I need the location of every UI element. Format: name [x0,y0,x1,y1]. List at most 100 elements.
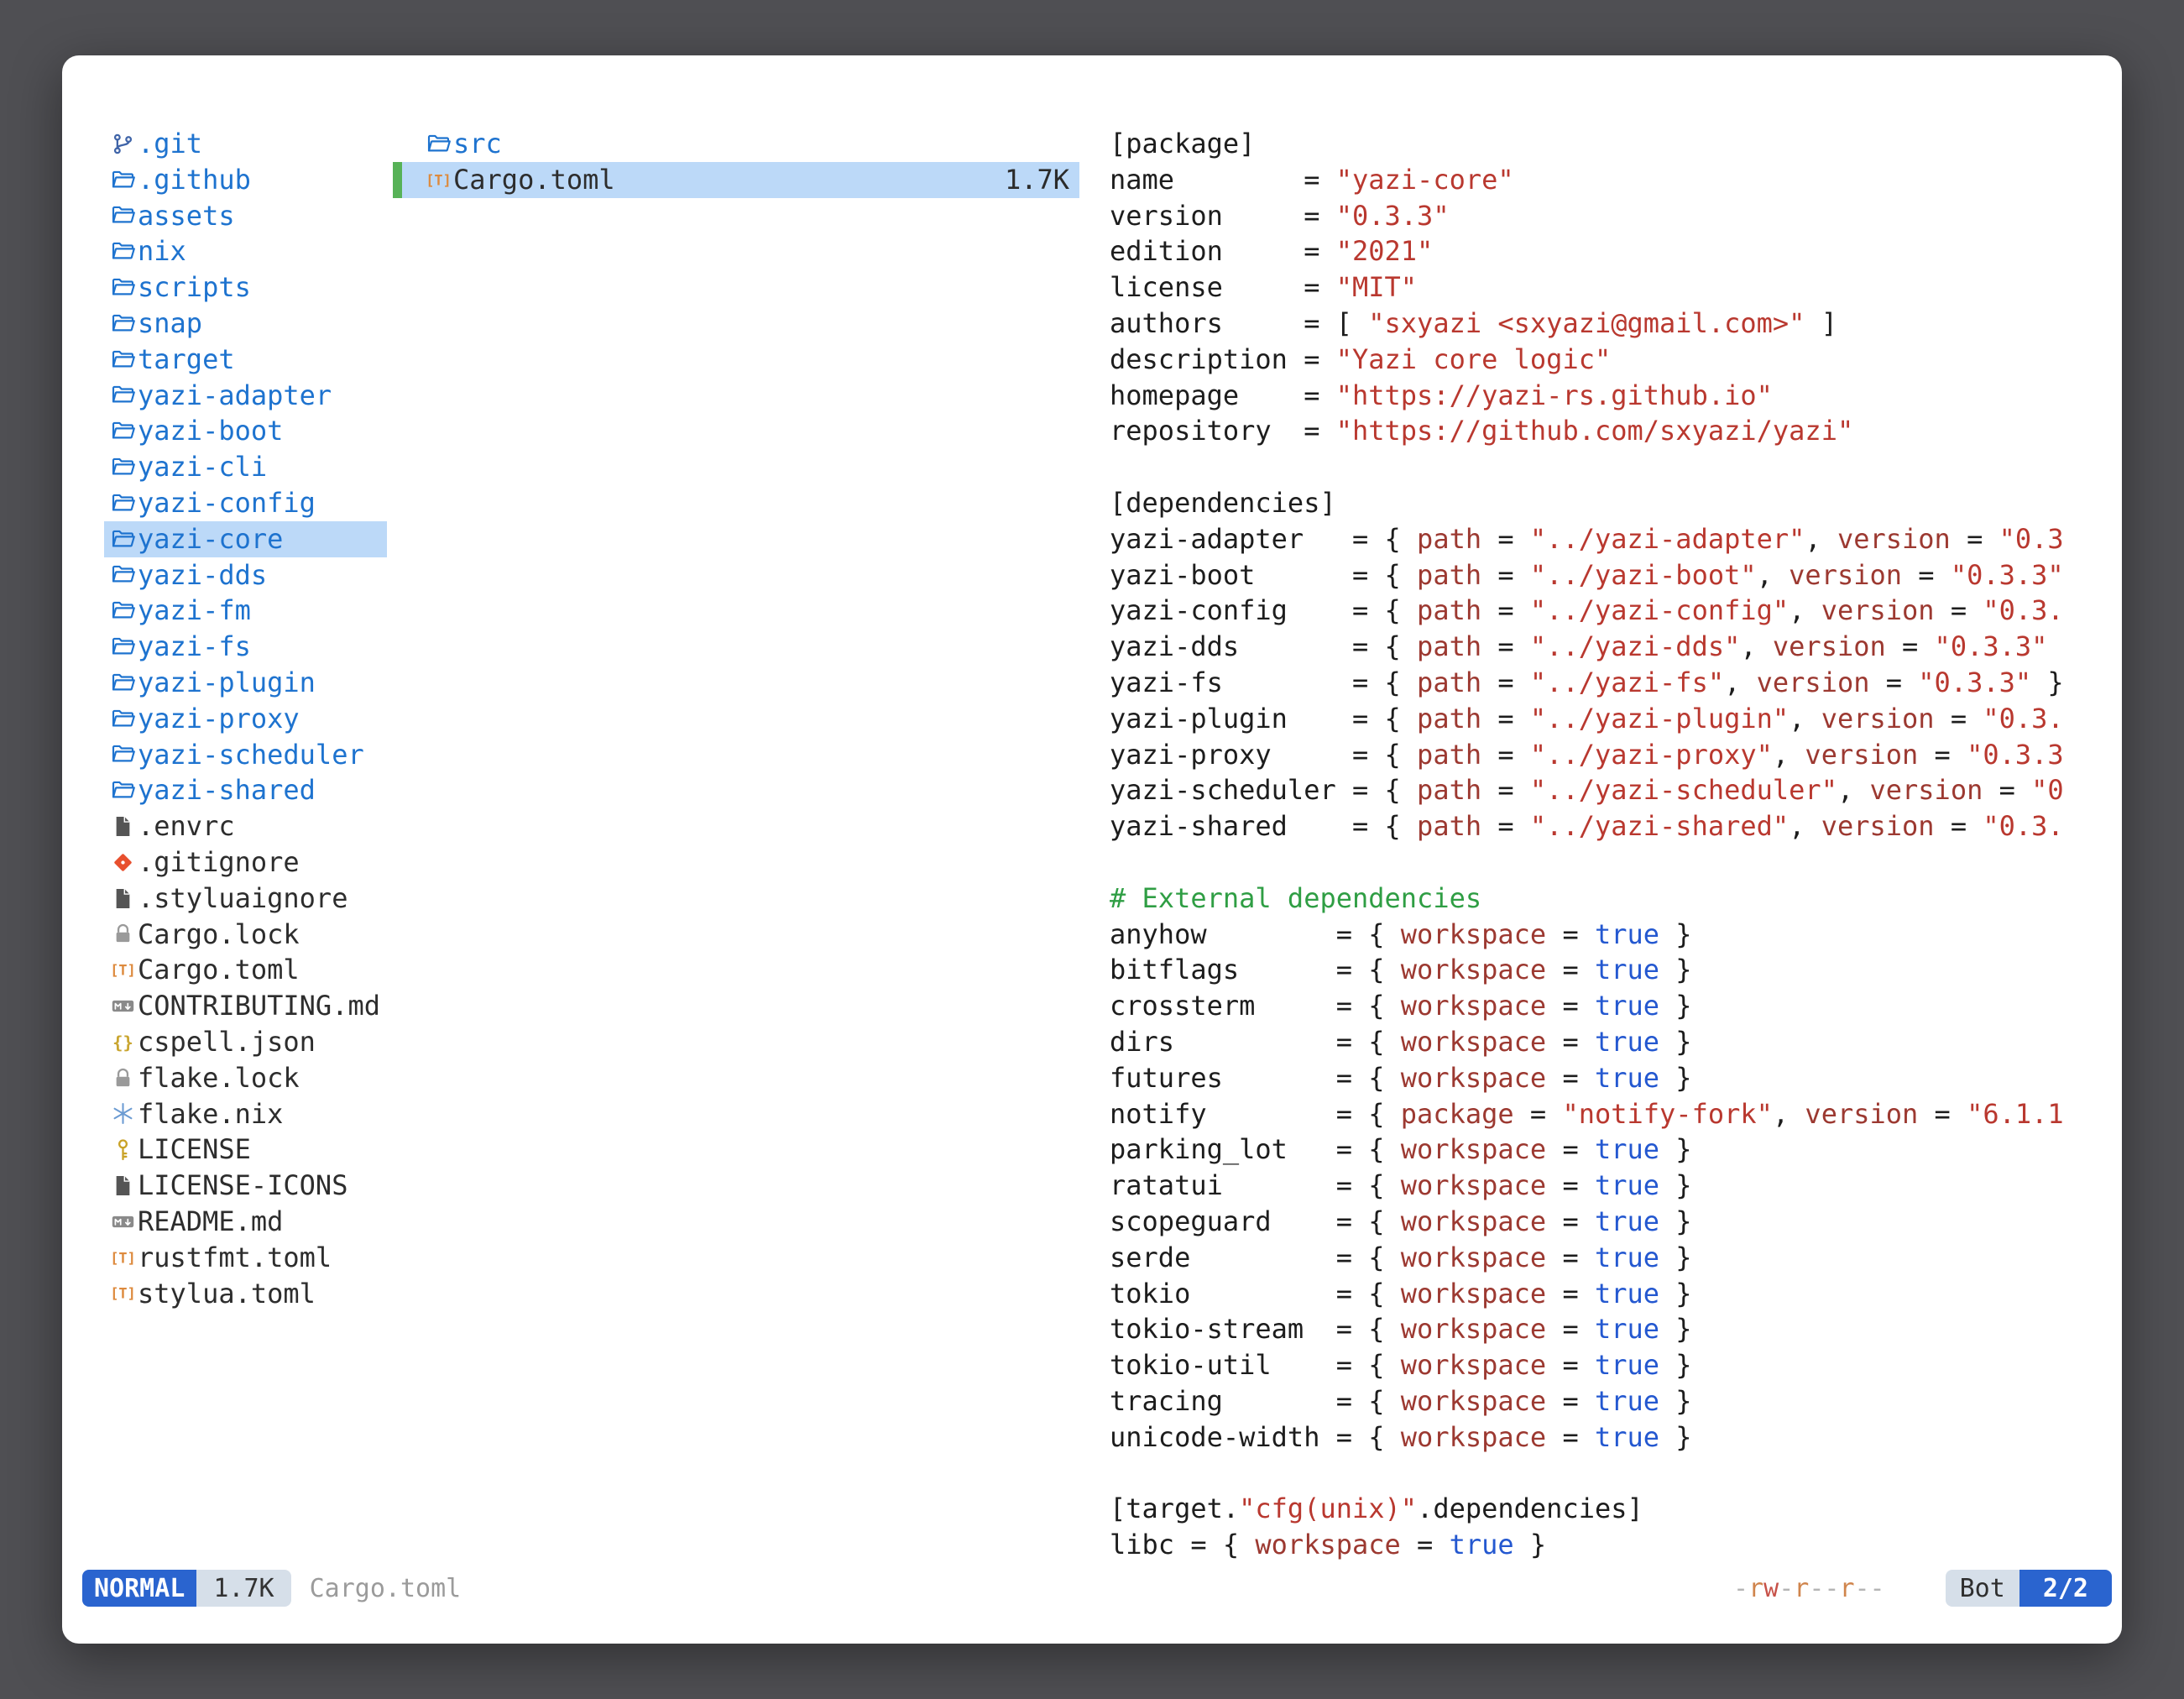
folder-open-icon [107,348,138,372]
file-row[interactable]: yazi-config [104,485,387,521]
file-row[interactable]: scripts [104,269,387,306]
file-row[interactable]: yazi-fs [104,629,387,665]
file-name: cspell.json [138,1024,316,1060]
preview-line: futures = { workspace = true } [1110,1060,2122,1096]
file-size-badge: 1.7K [196,1570,290,1607]
preview-line: # External dependencies [1110,881,2122,917]
desktop-background: .git.githubassetsnixscriptssnaptargetyaz… [0,0,2184,1699]
preview-line: yazi-config = { path = "../yazi-config",… [1110,593,2122,629]
svg-text:{}: {} [112,1032,133,1053]
toml-icon: [T] [423,168,453,192]
toml-icon: [T] [107,1281,138,1305]
folder-open-icon [107,239,138,264]
selection-marker [393,162,402,198]
file-name: yazi-shared [138,772,316,808]
preview-line: bitflags = { workspace = true } [1110,952,2122,988]
file-row[interactable]: nix [104,233,387,269]
file-row[interactable]: snap [104,306,387,342]
file-name: .git [138,126,202,162]
preview-line: notify = { package = "notify-fork", vers… [1110,1096,2122,1132]
status-bar: NORMAL 1.7K Cargo.toml -rw-r--r-- Bot 2/… [82,1570,2112,1607]
cursor-counter-badge: 2/2 [2019,1570,2112,1607]
file-row[interactable]: yazi-plugin [104,665,387,701]
file-name: yazi-core [138,521,283,557]
file-name: yazi-dds [138,557,267,593]
file-name: yazi-fs [138,629,251,665]
file-row[interactable]: yazi-cli [104,449,387,485]
file-row[interactable]: .styluaignore [104,881,387,917]
scroll-position-badge: Bot [1946,1570,2019,1607]
file-row[interactable]: .gitignore [104,844,387,881]
file-row[interactable]: yazi-fm [104,593,387,629]
file-name: scripts [138,269,251,306]
file-name: yazi-fm [138,593,251,629]
file-row[interactable]: .github [104,162,387,198]
file-row[interactable]: Cargo.lock [104,917,387,953]
file-row[interactable]: yazi-shared [104,772,387,808]
file-row[interactable]: .git [104,126,387,162]
file-manager-window: .git.githubassetsnixscriptssnaptargetyaz… [62,55,2122,1644]
file-row[interactable]: LICENSE-ICONS [104,1168,387,1204]
lock-icon [107,1066,138,1090]
file-name: yazi-adapter [138,378,332,414]
preview-line [1110,844,2122,881]
file-name: yazi-cli [138,449,267,485]
file-row[interactable]: LICENSE [104,1132,387,1168]
folder-open-icon [107,671,138,695]
file-row[interactable]: [T]Cargo.toml 1.7K [393,162,1079,198]
file-row[interactable]: assets [104,198,387,234]
preview-line: yazi-boot = { path = "../yazi-boot", ver… [1110,557,2122,593]
preview-line: yazi-proxy = { path = "../yazi-proxy", v… [1110,737,2122,773]
file-icon [107,1174,138,1198]
file-preview-pane: [package]name = "yazi-core"version = "0.… [1110,126,2122,1563]
file-name: Cargo.lock [138,917,300,953]
file-row[interactable]: yazi-scheduler [104,737,387,773]
git-diamond-icon [107,850,138,875]
file-row[interactable]: yazi-boot [104,413,387,449]
file-row[interactable]: README.md [104,1204,387,1240]
file-name: target [138,342,235,378]
file-name: .github [138,162,251,198]
file-row[interactable]: CONTRIBUTING.md [104,988,387,1024]
file-row[interactable]: yazi-adapter [104,378,387,414]
preview-line: parking_lot = { workspace = true } [1110,1132,2122,1168]
file-name: Cargo.toml [453,162,615,198]
file-row[interactable]: target [104,342,387,378]
toml-icon: [T] [107,1246,138,1270]
file-row[interactable]: {}cspell.json [104,1024,387,1060]
file-name: snap [138,306,202,342]
folder-open-icon [107,275,138,300]
file-size: 1.7K [1005,162,1079,198]
file-row[interactable]: yazi-dds [104,557,387,593]
folder-open-icon [107,527,138,552]
file-row[interactable]: yazi-proxy [104,701,387,737]
preview-line: [target."cfg(unix)".dependencies] [1110,1491,2122,1527]
preview-line: yazi-plugin = { path = "../yazi-plugin",… [1110,701,2122,737]
preview-line: [dependencies] [1110,485,2122,521]
file-row[interactable]: flake.nix [104,1096,387,1132]
file-name: LICENSE-ICONS [138,1168,347,1204]
git-icon [107,132,138,156]
preview-line: crossterm = { workspace = true } [1110,988,2122,1024]
file-row[interactable]: [T]rustfmt.toml [104,1240,387,1276]
file-name: yazi-scheduler [138,737,364,773]
file-row[interactable]: [T]stylua.toml [104,1276,387,1312]
file-row[interactable]: flake.lock [104,1060,387,1096]
markdown-icon [107,1210,138,1234]
json-icon: {} [107,1030,138,1054]
file-row[interactable]: [T]Cargo.toml [104,952,387,988]
file-icon [107,814,138,839]
folder-open-icon [107,742,138,766]
preview-line: libc = { workspace = true } [1110,1527,2122,1563]
file-name: flake.lock [138,1060,300,1096]
preview-line: license = "MIT" [1110,269,2122,306]
file-row[interactable]: .envrc [104,808,387,844]
preview-line: scopeguard = { workspace = true } [1110,1204,2122,1240]
svg-text:[T]: [T] [111,1249,135,1266]
file-row[interactable]: src [393,126,1079,162]
preview-line: repository = "https://github.com/sxyazi/… [1110,413,2122,449]
preview-line: version = "0.3.3" [1110,198,2122,234]
lock-icon [107,922,138,946]
file-row[interactable]: yazi-core [104,521,387,557]
key-icon [107,1137,138,1162]
